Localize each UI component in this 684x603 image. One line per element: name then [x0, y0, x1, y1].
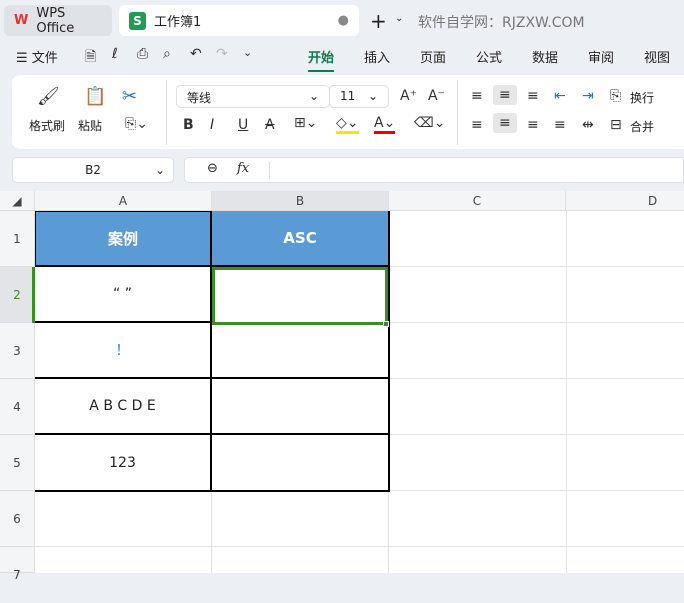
menu-file-label: 文件	[31, 51, 58, 66]
paste-button[interactable]: 粘贴	[78, 117, 102, 134]
print-preview-icon[interactable]: ⌕	[163, 46, 171, 62]
wrap-button[interactable]: 换行	[630, 89, 654, 106]
unsaved-dot-icon: ●	[337, 13, 349, 28]
cell-b3[interactable]	[212, 323, 388, 379]
redo-icon[interactable]: ↷	[216, 46, 228, 62]
paste-icon[interactable]: 📋	[84, 86, 106, 107]
select-all-corner[interactable]: ◢	[0, 191, 35, 211]
column-header-d[interactable]: D	[566, 191, 684, 211]
chevron-down-icon: ⌄	[154, 163, 165, 177]
cell-b4[interactable]	[212, 379, 388, 435]
row-header-5[interactable]: 5	[0, 435, 35, 491]
header-cell-asc[interactable]: ASC	[212, 211, 388, 267]
fill-color-icon[interactable]: ◇⌄	[336, 115, 359, 134]
merge-button[interactable]: 合并	[630, 118, 654, 135]
formula-bar[interactable]: ⊖ fx	[184, 157, 684, 183]
menu-data[interactable]: 数据	[532, 47, 558, 66]
increase-font-icon[interactable]: A⁺	[400, 88, 417, 104]
cell-ref: B2	[85, 163, 101, 177]
cell-b2-selected[interactable]	[212, 267, 388, 325]
align-right-icon[interactable]: ≡	[527, 117, 539, 133]
fx-icon[interactable]: fx	[237, 161, 249, 176]
column-header-b[interactable]: B	[212, 191, 389, 211]
menu-view[interactable]: 视图	[644, 47, 670, 66]
chevron-down-icon: ⌄	[308, 89, 319, 103]
underline-button[interactable]: U	[238, 117, 248, 133]
align-left-icon[interactable]: ≡	[471, 117, 483, 133]
tab-label: WPS Office	[36, 5, 75, 36]
zoom-formula-icon[interactable]: ⊖	[207, 161, 218, 176]
menu-insert[interactable]: 插入	[364, 47, 390, 66]
justify-icon[interactable]: ≡	[554, 117, 566, 133]
print-icon[interactable]: ⎙	[137, 46, 148, 62]
eraser-icon[interactable]: ⌫⌄	[414, 115, 446, 131]
bold-button[interactable]: B	[183, 117, 194, 133]
spreadsheet-grid: ◢ A B C D 1 2 3 4 5 6 7 案例 ASC “ ” ！ A B…	[0, 191, 684, 582]
wrap-icon[interactable]: ⎘	[610, 88, 621, 104]
align-top-icon[interactable]: ≡	[471, 88, 483, 104]
menu-page[interactable]: 页面	[420, 47, 446, 66]
row-selection-indicator	[32, 267, 35, 323]
spreadsheet-icon: S	[129, 11, 146, 30]
align-bottom-icon[interactable]: ≡	[527, 88, 539, 104]
font-select[interactable]: 等线 ⌄	[176, 85, 330, 108]
chevron-down-icon: ⌄	[367, 89, 378, 103]
data-table: 案例 ASC “ ” ！ A B C D E 123	[35, 211, 390, 492]
format-painter-icon[interactable]: 🖌	[37, 86, 60, 107]
name-box[interactable]: B2 ⌄	[12, 157, 174, 183]
row-header-2[interactable]: 2	[0, 267, 35, 323]
format-painter-button[interactable]: 格式刷	[29, 117, 65, 134]
column-header-c[interactable]: C	[389, 191, 566, 211]
strikethrough-icon[interactable]: A	[265, 117, 275, 133]
tab-workbook[interactable]: S 工作簿1 ●	[119, 5, 359, 36]
link-icon[interactable]: ℓ	[112, 46, 118, 62]
copy-icon[interactable]: ⎘⌄	[125, 116, 148, 132]
font-size-select[interactable]: 11 ⌄	[329, 85, 389, 108]
menu-file[interactable]: ☰ 文件	[16, 47, 58, 66]
cell-a3[interactable]: ！	[35, 323, 212, 379]
undo-icon[interactable]: ↶	[190, 46, 202, 62]
merge-icon[interactable]: ⊟	[610, 117, 622, 133]
italic-button[interactable]: I	[210, 117, 214, 133]
border-icon[interactable]: ⊞⌄	[294, 115, 317, 131]
align-center-icon[interactable]: ≡	[493, 113, 517, 133]
font-color-icon[interactable]: A⌄	[374, 115, 396, 134]
decrease-indent-icon[interactable]: ⇤	[554, 88, 566, 104]
new-tab-button[interactable]: +	[370, 9, 387, 33]
distributed-icon[interactable]: ⇹	[582, 117, 594, 133]
row-header-4[interactable]: 4	[0, 379, 35, 435]
row-header-1[interactable]: 1	[0, 211, 35, 267]
menu-home[interactable]: 开始	[308, 47, 335, 72]
increase-indent-icon[interactable]: ⇥	[582, 88, 594, 104]
row-header-6[interactable]: 6	[0, 491, 35, 547]
header-cell-case[interactable]: 案例	[35, 211, 212, 267]
tab-wps-office[interactable]: W WPS Office	[4, 5, 112, 36]
row-header-7[interactable]: 7	[0, 547, 35, 582]
wps-logo-icon: W	[14, 13, 29, 28]
fill-handle[interactable]	[383, 321, 389, 327]
decrease-font-icon[interactable]: A⁻	[428, 88, 445, 104]
cut-icon[interactable]: ✂	[122, 86, 137, 107]
chevron-down-icon[interactable]: ⌄	[395, 13, 403, 24]
font-size: 11	[340, 89, 356, 103]
font-name: 等线	[187, 91, 212, 105]
menu-review[interactable]: 审阅	[588, 47, 614, 66]
watermark-text: 软件自学网：RJZXW.COM	[418, 15, 585, 31]
align-middle-icon[interactable]: ≡	[493, 85, 517, 105]
more-chevron-icon[interactable]: ⌄	[243, 46, 252, 59]
menu-formula[interactable]: 公式	[476, 47, 502, 66]
cell-a2[interactable]: “ ”	[35, 267, 212, 323]
save-icon[interactable]: 🗎	[85, 46, 96, 70]
cell-a5[interactable]: 123	[35, 435, 212, 490]
row-header-3[interactable]: 3	[0, 323, 35, 379]
cell-a4[interactable]: A B C D E	[35, 379, 212, 435]
tab-label: 工作簿1	[154, 15, 202, 30]
column-header-a[interactable]: A	[35, 191, 212, 211]
